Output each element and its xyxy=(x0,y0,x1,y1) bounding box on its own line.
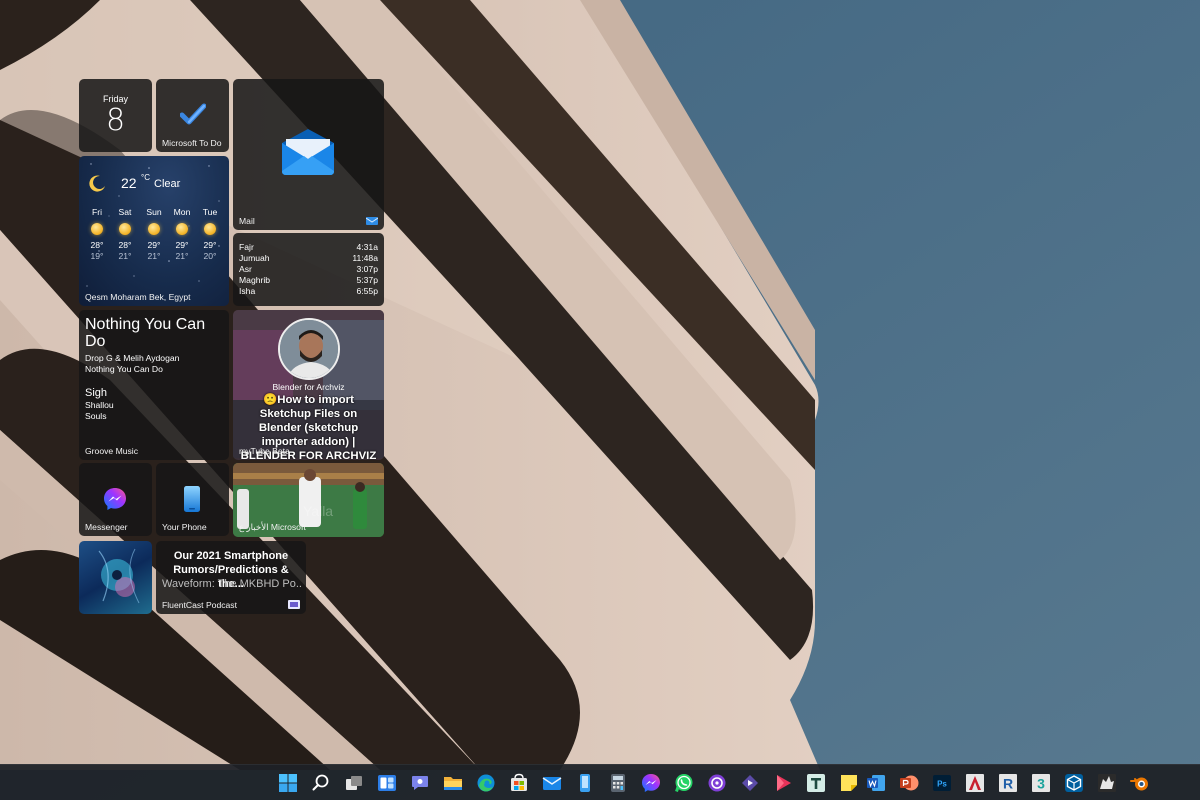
mail-label: Mail xyxy=(239,216,255,226)
3dsmax-icon[interactable]: 3 xyxy=(1031,773,1051,793)
prayer-times-tile[interactable]: Fajr 4:31a Jumuah 11:48a Asr 3:07p Maghrib 5… xyxy=(233,233,384,306)
news-tile[interactable]: Yalla الأخبار ع Microsoft xyxy=(233,463,384,537)
groove-music-label: Groove Music xyxy=(85,446,139,456)
forecast-day: Fri 28° 19° xyxy=(90,207,104,261)
media-player-icon[interactable] xyxy=(707,773,727,793)
podcast-artwork[interactable] xyxy=(79,541,152,614)
svg-text:3: 3 xyxy=(1037,776,1045,792)
weather-location: Qesm Moharam Bek, Egypt xyxy=(85,292,191,302)
prayer-row: Fajr 4:31a xyxy=(239,242,378,252)
forecast-day: Sun 29° 21° xyxy=(146,207,162,261)
todo-label: Microsoft To Do xyxy=(162,138,222,148)
sketchup-icon[interactable] xyxy=(1064,773,1084,793)
channel-avatar xyxy=(278,318,340,380)
revit-icon[interactable]: R xyxy=(998,773,1018,793)
vlc-icon[interactable] xyxy=(740,773,760,793)
calculator-icon[interactable] xyxy=(608,773,628,793)
widgets-icon[interactable] xyxy=(377,773,397,793)
task-view-icon[interactable] xyxy=(344,773,364,793)
next-track-title: Sigh xyxy=(85,387,108,399)
prayer-row: Isha 6:55p xyxy=(239,286,378,296)
photoshop-icon[interactable]: Ps xyxy=(932,773,952,793)
news-watermark: Yalla xyxy=(303,503,334,519)
messenger-label: Messenger xyxy=(85,522,128,532)
whatsapp-icon[interactable] xyxy=(674,773,694,793)
mytube-label: myTube Beta xyxy=(239,446,290,456)
fluentcast-podcast-tile[interactable]: Our 2021 Smartphone Rumors/Predictions &… xyxy=(156,541,306,614)
current-temperature: 22 xyxy=(121,175,137,191)
calendar-date: 8 xyxy=(105,103,126,138)
your-phone-tile[interactable]: Your Phone xyxy=(156,463,229,536)
now-playing-album: Nothing You Can Do xyxy=(85,364,163,374)
podcast-show-name: Waveform: The MKBHD Po... xyxy=(162,578,302,590)
rhino-icon[interactable] xyxy=(1097,773,1117,793)
weather-tile[interactable]: 22 °C Clear Fri 28° 19° Sat 28° 21° Sun 29… xyxy=(79,156,229,306)
temperature-unit: °C xyxy=(141,173,150,182)
sun-icon xyxy=(91,223,103,235)
play-icon[interactable] xyxy=(773,773,793,793)
mytube-tile[interactable]: Blender for Archviz 🙁How to import Sketc… xyxy=(233,310,384,460)
calendar-tile[interactable]: Friday 8 xyxy=(79,79,152,152)
forecast-day: Sat 28° 21° xyxy=(118,207,132,261)
sun-icon xyxy=(204,223,216,235)
svg-text:R: R xyxy=(1003,776,1013,792)
phone-icon xyxy=(184,486,200,512)
sun-icon xyxy=(176,223,188,235)
now-playing-artist: Drop G & Melih Aydogan xyxy=(85,353,180,363)
podcast-badge-icon xyxy=(288,600,300,609)
sun-icon xyxy=(148,223,160,235)
sticky-notes-icon[interactable] xyxy=(839,773,859,793)
now-playing-track: Nothing You Can Do xyxy=(85,316,206,350)
next-track-album: Souls xyxy=(85,411,107,421)
messenger-icon[interactable] xyxy=(641,773,661,793)
forecast-day: Tue 29° 20° xyxy=(202,207,218,261)
mail-tile[interactable]: Mail xyxy=(233,79,384,230)
teams-chat-icon[interactable] xyxy=(410,773,430,793)
autocad-icon[interactable] xyxy=(965,773,985,793)
store-icon[interactable] xyxy=(509,773,529,793)
forecast-day: Mon 29° 21° xyxy=(173,207,191,261)
podcast-label: FluentCast Podcast xyxy=(162,600,237,610)
sun-icon xyxy=(119,223,131,235)
taskbar: Ps R 3 xyxy=(0,764,1200,800)
groove-music-tile[interactable]: Nothing You Can Do Drop G & Melih Aydoga… xyxy=(79,310,229,460)
weather-condition: Clear xyxy=(154,178,181,190)
svg-text:Ps: Ps xyxy=(937,780,947,789)
your-phone-icon[interactable] xyxy=(575,773,595,793)
prayer-row: Maghrib 5:37p xyxy=(239,275,378,285)
your-phone-label: Your Phone xyxy=(162,522,207,532)
microsoft-todo-tile[interactable]: Microsoft To Do xyxy=(156,79,229,152)
channel-name: Blender for Archviz xyxy=(272,382,345,392)
news-label: الأخبار ع Microsoft xyxy=(239,522,306,532)
messenger-icon xyxy=(104,488,126,510)
search-icon[interactable] xyxy=(311,773,331,793)
powerpoint-icon[interactable] xyxy=(899,773,919,793)
next-track-artist: Shallou xyxy=(85,400,114,410)
file-explorer-icon[interactable] xyxy=(443,773,463,793)
mail-icon[interactable] xyxy=(542,773,562,793)
blender-icon[interactable] xyxy=(1130,773,1150,793)
podcast-cover-image xyxy=(98,548,140,604)
checkmark-icon xyxy=(180,103,206,125)
word-icon[interactable] xyxy=(866,773,886,793)
prayer-row: Asr 3:07p xyxy=(239,264,378,274)
mail-badge-icon xyxy=(366,217,378,225)
prayer-row: Jumuah 11:48a xyxy=(239,253,378,263)
mail-envelope-icon xyxy=(282,129,334,175)
edge-icon[interactable] xyxy=(476,773,496,793)
crescent-moon-icon xyxy=(89,175,105,192)
typora-icon[interactable] xyxy=(806,773,826,793)
windows-start-icon[interactable] xyxy=(278,773,298,793)
messenger-tile[interactable]: Messenger xyxy=(79,463,152,536)
